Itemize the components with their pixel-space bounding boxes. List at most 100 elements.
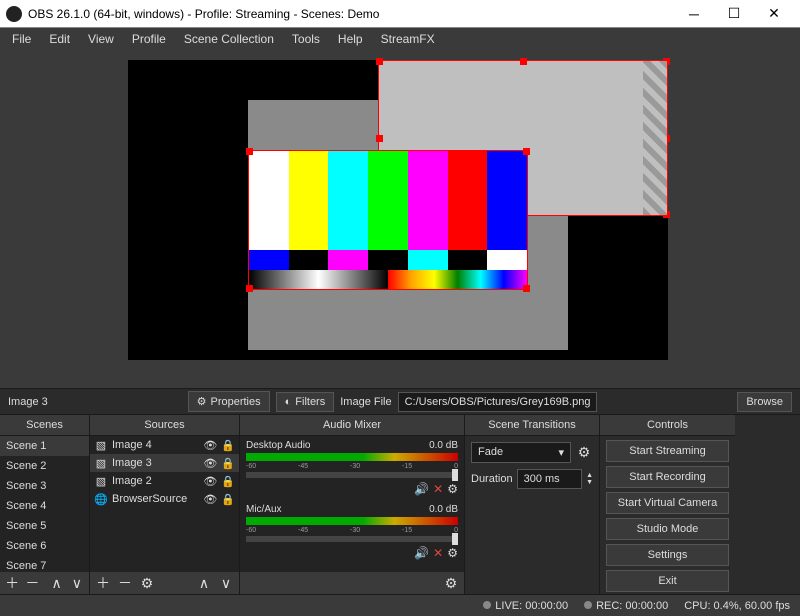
visibility-icon[interactable]: 👁 xyxy=(203,493,217,506)
source-label: BrowserSource xyxy=(112,493,199,505)
maximize-button[interactable]: ☐ xyxy=(714,2,754,26)
minimize-button[interactable]: ─ xyxy=(674,2,714,26)
filters-button[interactable]: ◐Filters xyxy=(276,392,335,412)
resize-handle[interactable] xyxy=(663,211,670,218)
globe-icon: 🌐 xyxy=(94,492,108,506)
source-row[interactable]: ▧ Image 4 👁 🔒 xyxy=(90,436,239,454)
meter-scale: -60-45-30-150 xyxy=(246,527,458,534)
scene-item[interactable]: Scene 4 xyxy=(0,496,89,516)
channel-level: 0.0 dB xyxy=(429,440,458,451)
transition-settings-button[interactable]: ⚙ xyxy=(575,444,593,462)
menu-profile[interactable]: Profile xyxy=(124,30,174,48)
move-up-button[interactable]: ∧ xyxy=(49,574,65,592)
source-row[interactable]: ▧ Image 3 👁 🔒 xyxy=(90,454,239,472)
menubar: File Edit View Profile Scene Collection … xyxy=(0,28,800,50)
image-file-path[interactable]: C:/Users/OBS/Pictures/Grey169B.png xyxy=(398,392,598,412)
scene-item[interactable]: Scene 7 xyxy=(0,556,89,572)
volume-slider[interactable] xyxy=(246,472,458,478)
spinner-up-icon[interactable]: ▲ xyxy=(586,472,593,479)
add-scene-button[interactable]: ＋ xyxy=(4,574,20,592)
scene-item[interactable]: Scene 2 xyxy=(0,456,89,476)
image-icon: ▧ xyxy=(94,438,108,452)
sources-panel: Sources ▧ Image 4 👁 🔒 ▧ Image 3 👁 🔒 ▧ Im… xyxy=(90,415,240,594)
resize-handle[interactable] xyxy=(246,148,253,155)
mixer-settings-button[interactable]: ⚙ xyxy=(442,574,460,592)
remove-scene-button[interactable]: － xyxy=(24,574,40,592)
menu-edit[interactable]: Edit xyxy=(41,30,78,48)
mute-icon[interactable]: ✕ xyxy=(433,482,443,496)
move-up-button[interactable]: ∧ xyxy=(195,574,213,592)
source-label: Image 3 xyxy=(112,457,199,469)
visibility-icon[interactable]: 👁 xyxy=(203,439,217,452)
gear-icon: ⚙ xyxy=(197,395,207,408)
menu-view[interactable]: View xyxy=(80,30,122,48)
channel-settings-icon[interactable]: ⚙ xyxy=(447,546,458,560)
resize-handle[interactable] xyxy=(376,58,383,65)
preview-canvas[interactable] xyxy=(128,60,668,360)
exit-button[interactable]: Exit xyxy=(606,570,729,592)
resize-handle[interactable] xyxy=(376,135,383,142)
controls-panel: Controls Start Streaming Start Recording… xyxy=(600,415,735,594)
spinner-down-icon[interactable]: ▼ xyxy=(586,479,593,486)
menu-tools[interactable]: Tools xyxy=(284,30,328,48)
channel-level: 0.0 dB xyxy=(429,504,458,515)
settings-button[interactable]: Settings xyxy=(606,544,729,566)
meter-scale: -60-45-30-150 xyxy=(246,463,458,470)
scenes-panel: Scenes Scene 1 Scene 2 Scene 3 Scene 4 S… xyxy=(0,415,90,594)
remove-source-button[interactable]: － xyxy=(116,574,134,592)
lock-icon[interactable]: 🔒 xyxy=(221,457,235,470)
menu-scene-collection[interactable]: Scene Collection xyxy=(176,30,282,48)
scene-item[interactable]: Scene 3 xyxy=(0,476,89,496)
scenes-list[interactable]: Scene 1 Scene 2 Scene 3 Scene 4 Scene 5 … xyxy=(0,436,89,572)
resize-handle[interactable] xyxy=(663,135,670,142)
move-down-button[interactable]: ∨ xyxy=(217,574,235,592)
volume-slider[interactable] xyxy=(246,536,458,542)
sources-list[interactable]: ▧ Image 4 👁 🔒 ▧ Image 3 👁 🔒 ▧ Image 2 👁 … xyxy=(90,436,239,572)
speaker-icon[interactable]: 🔊 xyxy=(414,482,429,496)
studio-mode-button[interactable]: Studio Mode xyxy=(606,518,729,540)
add-source-button[interactable]: ＋ xyxy=(94,574,112,592)
visibility-icon[interactable]: 👁 xyxy=(203,457,217,470)
transitions-header: Scene Transitions xyxy=(465,415,599,436)
image-icon: ▧ xyxy=(94,456,108,470)
audio-meter xyxy=(246,453,458,461)
duration-label: Duration xyxy=(471,473,513,485)
lock-icon[interactable]: 🔒 xyxy=(221,493,235,506)
source-image4-colorbars[interactable] xyxy=(248,150,528,290)
source-settings-button[interactable]: ⚙ xyxy=(138,574,156,592)
transition-select[interactable]: Fade▾ xyxy=(471,442,571,463)
duration-spinner[interactable]: 300 ms xyxy=(517,469,582,489)
resize-handle[interactable] xyxy=(246,285,253,292)
start-streaming-button[interactable]: Start Streaming xyxy=(606,440,729,462)
channel-settings-icon[interactable]: ⚙ xyxy=(447,482,458,496)
transitions-panel: Scene Transitions Fade▾ ⚙ Duration 300 m… xyxy=(465,415,600,594)
controls-header: Controls xyxy=(600,415,735,436)
scene-item[interactable]: Scene 5 xyxy=(0,516,89,536)
resize-handle[interactable] xyxy=(520,58,527,65)
menu-file[interactable]: File xyxy=(4,30,39,48)
menu-help[interactable]: Help xyxy=(330,30,371,48)
start-virtual-camera-button[interactable]: Start Virtual Camera xyxy=(606,492,729,514)
mute-icon[interactable]: ✕ xyxy=(433,546,443,560)
move-down-button[interactable]: ∨ xyxy=(69,574,85,592)
scene-item[interactable]: Scene 1 xyxy=(0,436,89,456)
start-recording-button[interactable]: Start Recording xyxy=(606,466,729,488)
resize-handle[interactable] xyxy=(523,148,530,155)
channel-name: Mic/Aux xyxy=(246,504,282,515)
source-row[interactable]: ▧ Image 2 👁 🔒 xyxy=(90,472,239,490)
lock-icon[interactable]: 🔒 xyxy=(221,475,235,488)
resize-handle[interactable] xyxy=(663,58,670,65)
source-label: Image 4 xyxy=(112,439,199,451)
rec-status: REC: 00:00:00 xyxy=(584,600,668,612)
browse-button[interactable]: Browse xyxy=(737,392,792,412)
source-row[interactable]: 🌐 BrowserSource 👁 🔒 xyxy=(90,490,239,508)
menu-streamfx[interactable]: StreamFX xyxy=(373,30,443,48)
close-button[interactable]: ✕ xyxy=(754,2,794,26)
lock-icon[interactable]: 🔒 xyxy=(221,439,235,452)
visibility-icon[interactable]: 👁 xyxy=(203,475,217,488)
resize-handle[interactable] xyxy=(523,285,530,292)
scene-item[interactable]: Scene 6 xyxy=(0,536,89,556)
speaker-icon[interactable]: 🔊 xyxy=(414,546,429,560)
preview-area[interactable] xyxy=(0,50,800,388)
properties-button[interactable]: ⚙Properties xyxy=(188,391,270,412)
